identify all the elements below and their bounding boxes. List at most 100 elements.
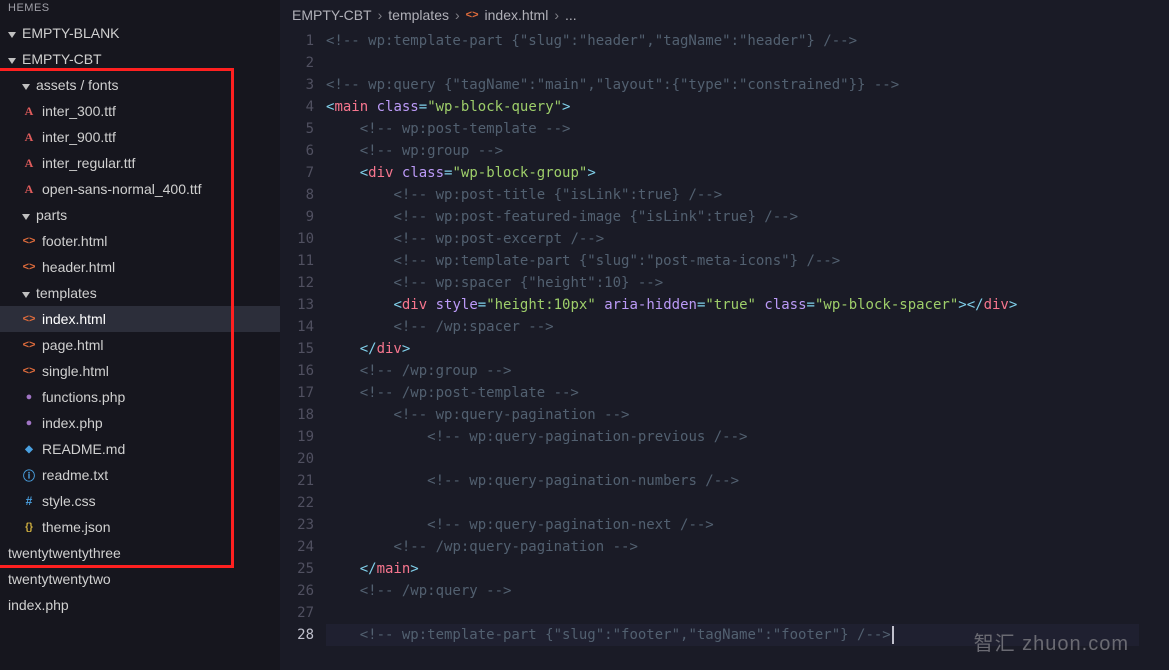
font-icon (22, 182, 36, 196)
font-icon (22, 156, 36, 170)
file-index-php[interactable]: index.php (0, 410, 280, 436)
font-icon (22, 130, 36, 144)
folder-label: assets / fonts (36, 77, 118, 93)
code-line[interactable]: <!-- /wp:spacer --> (326, 316, 1169, 338)
code-line[interactable]: <!-- wp:query-pagination-previous /--> (326, 426, 1169, 448)
code-line[interactable]: <!-- /wp:query-pagination --> (326, 536, 1169, 558)
code-lines[interactable]: <!-- wp:template-part {"slug":"header","… (326, 30, 1169, 670)
sidebar-section-heading: HEMES (0, 0, 280, 20)
code-line[interactable] (326, 602, 1169, 624)
folder-twentytwentytwo[interactable]: twentytwentytwo (0, 566, 280, 592)
file-inter-regular[interactable]: inter_regular.ttf (0, 150, 280, 176)
code-line[interactable]: <!-- wp:query {"tagName":"main","layout"… (326, 74, 1169, 96)
code-line[interactable]: <!-- wp:spacer {"height":10} --> (326, 272, 1169, 294)
code-line[interactable]: <!-- /wp:post-template --> (326, 382, 1169, 404)
file-readme-txt[interactable]: readme.txt (0, 462, 280, 488)
code-line[interactable]: <!-- wp:post-title {"isLink":true} /--> (326, 184, 1169, 206)
chevron-right-icon: › (378, 7, 383, 23)
file-label: single.html (42, 363, 109, 379)
file-open-sans[interactable]: open-sans-normal_400.ttf (0, 176, 280, 202)
code-line[interactable]: <!-- wp:post-template --> (326, 118, 1169, 140)
code-line[interactable]: </div> (326, 338, 1169, 360)
file-page-html[interactable]: page.html (0, 332, 280, 358)
breadcrumb-item[interactable]: templates (388, 7, 449, 23)
chevron-down-icon (8, 51, 16, 67)
file-root-index-php[interactable]: index.php (0, 592, 280, 618)
folder-label: EMPTY-BLANK (22, 25, 120, 41)
html-icon (466, 9, 479, 21)
file-theme-json[interactable]: theme.json (0, 514, 280, 540)
file-readme-md[interactable]: README.md (0, 436, 280, 462)
code-line[interactable]: <!-- wp:query-pagination-numbers /--> (326, 470, 1169, 492)
folder-label: twentytwentytwo (8, 571, 111, 587)
code-line[interactable]: <!-- wp:post-featured-image {"isLink":tr… (326, 206, 1169, 228)
html-icon (22, 260, 36, 274)
file-label: inter_900.ttf (42, 129, 116, 145)
code-line[interactable] (326, 448, 1169, 470)
file-inter-900[interactable]: inter_900.ttf (0, 124, 280, 150)
file-label: functions.php (42, 389, 125, 405)
font-icon (22, 104, 36, 118)
folder-label: templates (36, 285, 97, 301)
html-icon (22, 364, 36, 378)
code-line[interactable]: <!-- wp:query-pagination --> (326, 404, 1169, 426)
code-line[interactable]: <!-- wp:group --> (326, 140, 1169, 162)
code-area[interactable]: 1234567891011121314151617181920212223242… (280, 30, 1169, 670)
file-label: inter_300.ttf (42, 103, 116, 119)
code-line[interactable]: <div style="height:10px" aria-hidden="tr… (326, 294, 1169, 316)
file-explorer: HEMES EMPTY-BLANK EMPTY-CBT assets / fon… (0, 0, 280, 670)
file-label: style.css (42, 493, 96, 509)
file-functions-php[interactable]: functions.php (0, 384, 280, 410)
breadcrumb-item[interactable]: EMPTY-CBT (292, 7, 372, 23)
chevron-down-icon (22, 285, 30, 301)
folder-templates[interactable]: templates (0, 280, 280, 306)
html-icon (22, 312, 36, 326)
folder-empty-blank[interactable]: EMPTY-BLANK (0, 20, 280, 46)
folder-label: EMPTY-CBT (22, 51, 102, 67)
info-icon (22, 468, 36, 482)
file-label: open-sans-normal_400.ttf (42, 181, 202, 197)
folder-assets-fonts[interactable]: assets / fonts (0, 72, 280, 98)
file-label: page.html (42, 337, 103, 353)
file-label: footer.html (42, 233, 107, 249)
css-icon (22, 494, 36, 508)
folder-label: twentytwentythree (8, 545, 121, 561)
code-line[interactable]: </main> (326, 558, 1169, 580)
line-number-gutter: 1234567891011121314151617181920212223242… (280, 30, 326, 670)
chevron-right-icon: › (554, 7, 559, 23)
html-icon (22, 338, 36, 352)
php-icon (22, 390, 36, 404)
code-line[interactable]: <!-- /wp:query --> (326, 580, 1169, 602)
file-style-css[interactable]: style.css (0, 488, 280, 514)
markdown-icon (22, 442, 36, 456)
code-line[interactable] (326, 492, 1169, 514)
folder-empty-cbt[interactable]: EMPTY-CBT (0, 46, 280, 72)
file-single-html[interactable]: single.html (0, 358, 280, 384)
folder-twentytwentythree[interactable]: twentytwentythree (0, 540, 280, 566)
code-line[interactable]: <!-- wp:query-pagination-next /--> (326, 514, 1169, 536)
code-line[interactable]: <!-- wp:post-excerpt /--> (326, 228, 1169, 250)
code-line[interactable]: <!-- wp:template-part {"slug":"post-meta… (326, 250, 1169, 272)
file-inter-300[interactable]: inter_300.ttf (0, 98, 280, 124)
code-line[interactable]: <!-- /wp:group --> (326, 360, 1169, 382)
chevron-down-icon (22, 77, 30, 93)
html-icon (22, 234, 36, 248)
code-line[interactable]: <!-- wp:template-part {"slug":"header","… (326, 30, 1169, 52)
code-line[interactable]: <!-- wp:template-part {"slug":"footer","… (326, 624, 1139, 646)
code-line[interactable]: <div class="wp-block-group"> (326, 162, 1169, 184)
code-editor: EMPTY-CBT › templates › index.html › ...… (280, 0, 1169, 670)
file-index-html[interactable]: index.html (0, 306, 280, 332)
folder-parts[interactable]: parts (0, 202, 280, 228)
file-label: index.php (8, 597, 69, 613)
code-line[interactable]: <main class="wp-block-query"> (326, 96, 1169, 118)
file-label: index.php (42, 415, 103, 431)
breadcrumb-item[interactable]: index.html (485, 7, 549, 23)
json-icon (22, 520, 36, 534)
file-label: inter_regular.ttf (42, 155, 135, 171)
file-label: readme.txt (42, 467, 108, 483)
php-icon (22, 416, 36, 430)
code-line[interactable] (326, 52, 1169, 74)
file-header-html[interactable]: header.html (0, 254, 280, 280)
breadcrumb[interactable]: EMPTY-CBT › templates › index.html › ... (280, 0, 1169, 30)
file-footer-html[interactable]: footer.html (0, 228, 280, 254)
